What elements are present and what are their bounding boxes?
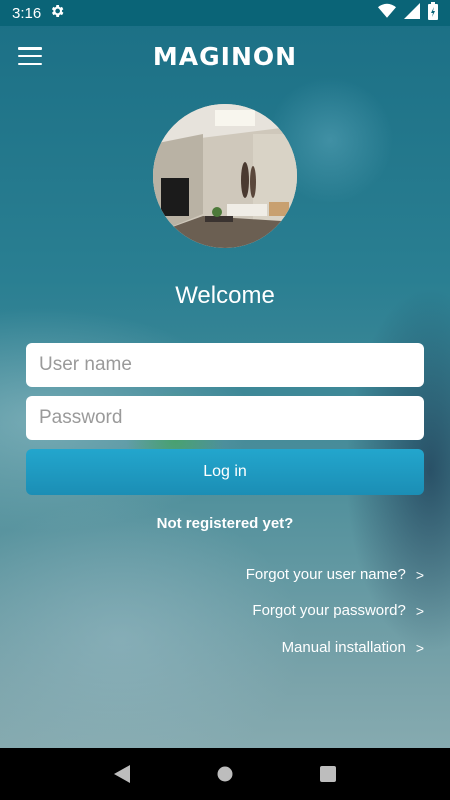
login-button[interactable]: Log in bbox=[26, 449, 424, 495]
status-time: 3:16 bbox=[12, 4, 42, 22]
gear-icon bbox=[49, 3, 65, 23]
recents-icon[interactable] bbox=[314, 760, 342, 788]
chevron-right-icon: > bbox=[415, 639, 424, 656]
forgot-password-label: Forgot your password? bbox=[252, 602, 406, 619]
welcome-heading: Welcome bbox=[175, 282, 275, 309]
back-icon[interactable] bbox=[108, 760, 136, 788]
home-icon[interactable] bbox=[211, 760, 239, 788]
username-input[interactable] bbox=[26, 343, 424, 387]
manual-installation-label: Manual installation bbox=[281, 639, 406, 656]
cell-signal-icon bbox=[404, 3, 420, 23]
forgot-password-link[interactable]: Forgot your password? > bbox=[252, 602, 424, 619]
battery-charging-icon bbox=[428, 2, 438, 24]
register-link[interactable]: Not registered yet? bbox=[0, 515, 450, 532]
status-bar: 3:16 bbox=[0, 0, 450, 26]
app-bar: MAGINON bbox=[0, 26, 450, 86]
wifi-icon bbox=[378, 3, 396, 23]
system-nav-bar bbox=[0, 748, 450, 800]
chevron-right-icon: > bbox=[415, 566, 424, 583]
chevron-right-icon: > bbox=[415, 602, 424, 619]
forgot-username-label: Forgot your user name? bbox=[245, 566, 406, 583]
manual-installation-link[interactable]: Manual installation > bbox=[282, 639, 424, 656]
password-input[interactable] bbox=[26, 396, 424, 440]
maginon-logo: MAGINON bbox=[152, 41, 298, 71]
room-photo bbox=[153, 104, 297, 248]
hamburger-menu-icon[interactable] bbox=[16, 44, 44, 68]
forgot-username-link[interactable]: Forgot your user name? > bbox=[246, 566, 424, 583]
